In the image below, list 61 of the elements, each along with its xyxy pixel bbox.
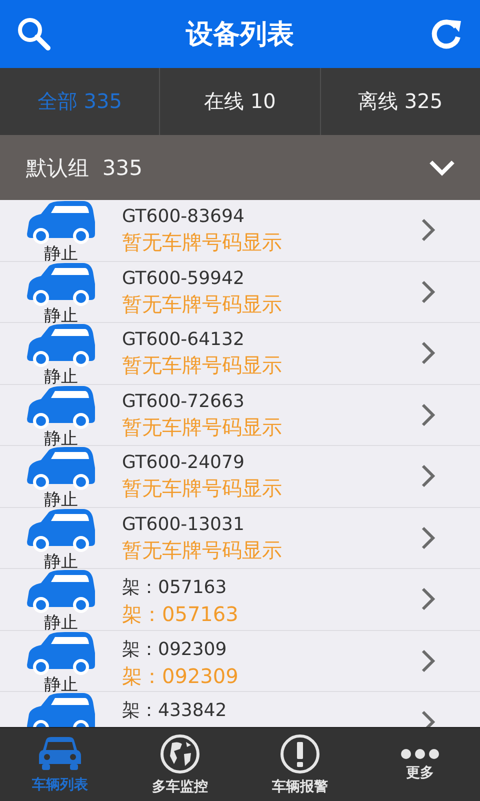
status-label: 静止 bbox=[44, 552, 78, 572]
nav-tab[interactable]: 更多 bbox=[360, 728, 480, 801]
plate-text: 暂无车牌号码显示 bbox=[122, 352, 283, 379]
chevron-right-icon bbox=[420, 648, 436, 674]
status-label: 静止 bbox=[44, 244, 78, 264]
device-name: 架：433842 bbox=[122, 699, 228, 722]
chevron-right-icon bbox=[420, 524, 436, 551]
device-name: GT600-24079 bbox=[122, 452, 246, 473]
car-icon bbox=[25, 200, 97, 246]
chevron-right-icon bbox=[420, 402, 436, 428]
status-label: 静止 bbox=[44, 367, 78, 387]
device-name: GT600-72663 bbox=[122, 390, 246, 412]
plate-text: 暂无车牌号码显示 bbox=[122, 536, 283, 564]
chevron-down-icon[interactable] bbox=[428, 158, 456, 176]
plate-text: 暂无车牌号码显示 bbox=[122, 290, 283, 318]
plate-text: 暂无车牌号码显示 bbox=[122, 475, 283, 502]
plate-text: 架：092309 bbox=[122, 662, 240, 690]
nav-tab[interactable]: 车辆报警 bbox=[240, 728, 360, 801]
car-icon bbox=[25, 262, 97, 308]
alert-icon bbox=[280, 734, 320, 774]
chevron-right-icon bbox=[420, 586, 436, 612]
more-icon bbox=[400, 748, 440, 760]
car-icon bbox=[25, 508, 97, 554]
chevron-right-icon bbox=[420, 217, 436, 244]
car-icon bbox=[25, 323, 97, 369]
device-name: GT600-13031 bbox=[122, 514, 246, 534]
plate-text: 暂无车牌号码显示 bbox=[122, 414, 283, 440]
device-name: 架：057163 bbox=[122, 576, 228, 599]
refresh-icon bbox=[429, 17, 463, 51]
nav-tab[interactable]: 多车监控 bbox=[120, 728, 240, 801]
car-icon bbox=[25, 446, 97, 492]
device-row[interactable]: 静止 架：057163 架：057163 bbox=[0, 569, 480, 630]
device-name: GT600-83694 bbox=[122, 206, 246, 227]
device-row[interactable]: 静止 GT600-64132 暂无车牌号码显示 bbox=[0, 323, 480, 384]
status-label: 静止 bbox=[44, 306, 78, 326]
chevron-right-icon bbox=[420, 463, 436, 490]
device-row[interactable]: 静止 GT600-83694 暂无车牌号码显示 bbox=[0, 200, 480, 262]
plate-text: 架：057163 bbox=[122, 601, 240, 628]
device-row[interactable]: 静止 GT600-59942 暂无车牌号码显示 bbox=[0, 262, 480, 323]
car-icon bbox=[25, 630, 97, 676]
search-icon bbox=[16, 16, 52, 52]
chevron-right-icon bbox=[420, 340, 436, 366]
globe-icon bbox=[160, 734, 200, 774]
device-row[interactable]: 静止 GT600-24079 暂无车牌号码显示 bbox=[0, 446, 480, 508]
car-icon bbox=[25, 384, 97, 430]
car-icon bbox=[38, 736, 82, 772]
status-label: 静止 bbox=[44, 613, 78, 633]
status-label: 静止 bbox=[44, 490, 78, 510]
status-label: 静止 bbox=[44, 674, 78, 694]
device-name: GT600-64132 bbox=[122, 329, 246, 350]
group-label: 默认组 335 bbox=[26, 154, 142, 182]
device-name: 架：092309 bbox=[122, 638, 228, 660]
device-row[interactable]: 静止 架：092309 架：092309 bbox=[0, 630, 480, 692]
plate-text: 暂无车牌号码显示 bbox=[122, 229, 283, 256]
status-label: 静止 bbox=[44, 428, 78, 448]
page-title: 设备列表 bbox=[186, 18, 294, 52]
device-row[interactable]: 静止 GT600-72663 暂无车牌号码显示 bbox=[0, 384, 480, 446]
device-row[interactable]: 静止 GT600-13031 暂无车牌号码显示 bbox=[0, 508, 480, 569]
device-name: GT600-59942 bbox=[122, 268, 246, 288]
chevron-right-icon bbox=[420, 278, 436, 305]
car-icon bbox=[25, 569, 97, 615]
